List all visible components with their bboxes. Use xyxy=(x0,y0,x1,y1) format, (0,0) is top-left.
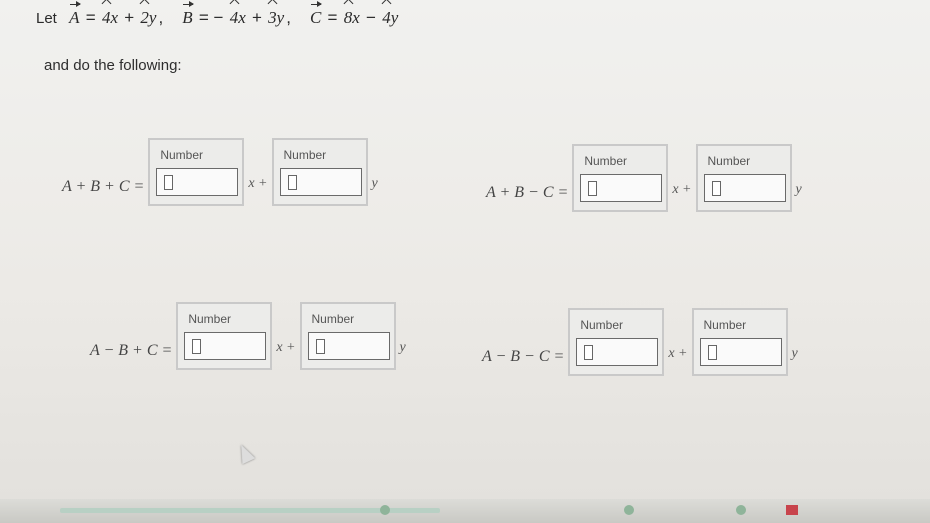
c-y-component: 4y xyxy=(382,8,399,27)
y-component-input[interactable] xyxy=(307,332,390,360)
y-number-box: Number xyxy=(691,308,788,376)
next-button-icon[interactable] xyxy=(736,505,746,515)
y-number-box: Number xyxy=(271,138,368,206)
b-x-component: 4x xyxy=(229,8,246,27)
number-label: Number xyxy=(580,318,624,332)
x-component-input[interactable] xyxy=(576,338,659,366)
y-number-box: Number xyxy=(299,302,396,370)
x-number-box: Number xyxy=(148,138,245,206)
x-unit-label: x + xyxy=(248,176,268,191)
problem-statement: Let A = 4x + 2y, B = − 4x + 3y, C = 8x −… xyxy=(36,1,399,27)
y-unit-label: y xyxy=(791,346,798,361)
a-x-component: 4x xyxy=(101,8,118,27)
vector-a-symbol: A xyxy=(69,1,81,27)
x-number-box: Number xyxy=(176,302,273,370)
expression-label: A + B + C = xyxy=(62,178,145,195)
x-unit-label: x + xyxy=(668,346,688,361)
instruction-text: and do the following: xyxy=(44,57,182,74)
answer-row-3: A − B + C = Number x + Number y xyxy=(90,302,410,370)
number-label: Number xyxy=(584,154,628,168)
answer-row-1: A + B + C = Number x + Number y xyxy=(62,138,382,206)
y-component-input[interactable] xyxy=(699,338,782,366)
x-unit-label: x + xyxy=(672,182,692,197)
x-unit-label: x + xyxy=(276,340,296,355)
answer-row-4: A − B − C = Number x + Number y xyxy=(482,308,802,376)
check-answer-button-icon[interactable] xyxy=(624,505,634,515)
expression-label: A − B − C = xyxy=(482,348,565,365)
y-unit-label: y xyxy=(399,340,406,355)
number-label: Number xyxy=(703,318,747,332)
y-component-input[interactable] xyxy=(279,168,362,196)
y-unit-label: y xyxy=(795,182,802,197)
x-component-input[interactable] xyxy=(156,168,239,196)
y-number-box: Number xyxy=(695,144,792,212)
number-label: Number xyxy=(311,312,355,326)
bottom-toolbar xyxy=(0,499,930,523)
x-number-box: Number xyxy=(568,308,665,376)
c-x-component: 8x xyxy=(343,8,360,27)
answer-row-2: A + B − C = Number x + Number y xyxy=(486,144,806,212)
y-component-input[interactable] xyxy=(703,174,786,202)
x-number-box: Number xyxy=(572,144,669,212)
number-label: Number xyxy=(160,148,204,162)
expression-label: A + B − C = xyxy=(486,184,569,201)
x-component-input[interactable] xyxy=(184,332,267,360)
flag-icon[interactable] xyxy=(786,505,798,515)
a-y-component: 2y xyxy=(140,8,157,27)
number-label: Number xyxy=(188,312,232,326)
let-label: Let xyxy=(36,10,57,27)
x-component-input[interactable] xyxy=(580,174,663,202)
y-unit-label: y xyxy=(371,176,378,191)
number-label: Number xyxy=(283,148,327,162)
previous-button-icon[interactable] xyxy=(380,505,390,515)
vector-c-symbol: C xyxy=(309,1,323,27)
mouse-pointer-icon xyxy=(234,441,256,465)
b-y-component: 3y xyxy=(268,8,285,27)
vector-b-symbol: B xyxy=(182,1,195,27)
expression-label: A − B + C = xyxy=(90,342,173,359)
number-label: Number xyxy=(707,154,751,168)
